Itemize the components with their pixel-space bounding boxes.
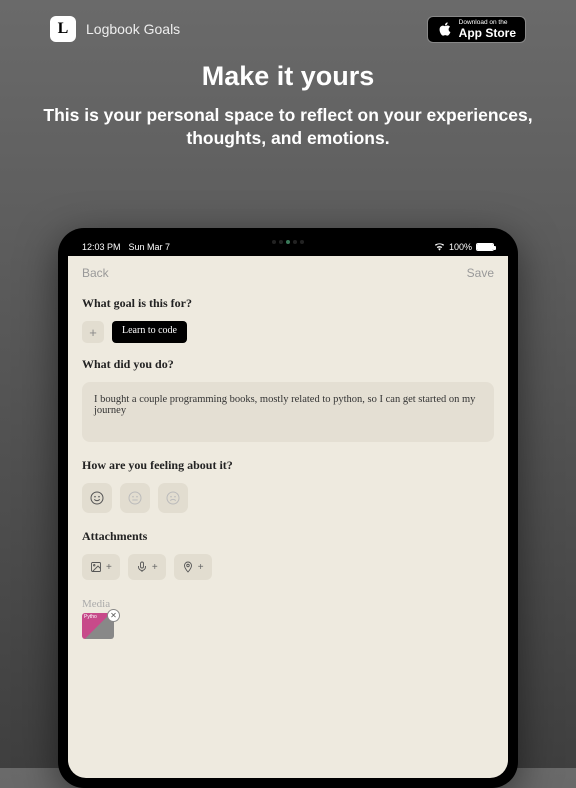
feel-happy-button[interactable] [82,483,112,513]
attach-audio-button[interactable]: + [128,554,166,580]
image-icon [90,561,102,573]
battery-icon [476,243,494,251]
feel-sad-button[interactable] [158,483,188,513]
device-screen: 12:03 PM Sun Mar 7 100% Back Save What g… [68,238,508,778]
ipad-device: 12:03 PM Sun Mar 7 100% Back Save What g… [58,228,518,788]
media-thumbnail[interactable]: ✕ [82,613,116,641]
attach-row: + + + [82,554,494,580]
attach-section-title: Attachments [82,529,494,544]
media-label: Media [82,598,494,610]
save-button[interactable]: Save [467,266,494,280]
did-section-title: What did you do? [82,357,494,372]
mic-icon [136,561,148,573]
hero-title: Make it yours [40,61,536,92]
app-name: Logbook Goals [86,21,180,37]
neutral-face-icon [127,490,143,506]
apple-icon [437,21,453,37]
location-icon [182,561,194,573]
goal-tag[interactable]: Learn to code [112,321,187,343]
hero: Make it yours This is your personal spac… [0,51,576,171]
wifi-icon [434,243,445,251]
appstore-text: Download on the App Store [459,20,516,39]
add-goal-button[interactable]: + [82,321,104,343]
content: What goal is this for? + Learn to code W… [68,290,508,647]
goal-row: + Learn to code [82,321,494,343]
happy-face-icon [89,490,105,506]
feel-section-title: How are you feeling about it? [82,458,494,473]
hero-subtitle: This is your personal space to reflect o… [40,104,536,151]
statusbar-time: 12:03 PM [82,242,121,252]
app-label: L Logbook Goals [50,16,180,42]
did-textbox[interactable]: I bought a couple programming books, mos… [82,382,494,442]
attach-location-button[interactable]: + [174,554,212,580]
remove-media-button[interactable]: ✕ [107,609,120,622]
battery-percent: 100% [449,242,472,252]
attach-image-button[interactable]: + [82,554,120,580]
app-screen: Back Save What goal is this for? + Learn… [68,256,508,778]
app-icon: L [50,16,76,42]
back-button[interactable]: Back [82,266,109,280]
feel-neutral-button[interactable] [120,483,150,513]
goal-section-title: What goal is this for? [82,296,494,311]
feel-row [82,483,494,513]
topbar: L Logbook Goals Download on the App Stor… [0,0,576,51]
statusbar-date: Sun Mar 7 [129,242,171,252]
appstore-button[interactable]: Download on the App Store [427,16,526,43]
sad-face-icon [165,490,181,506]
navbar: Back Save [68,256,508,290]
camera-notch [248,238,328,246]
